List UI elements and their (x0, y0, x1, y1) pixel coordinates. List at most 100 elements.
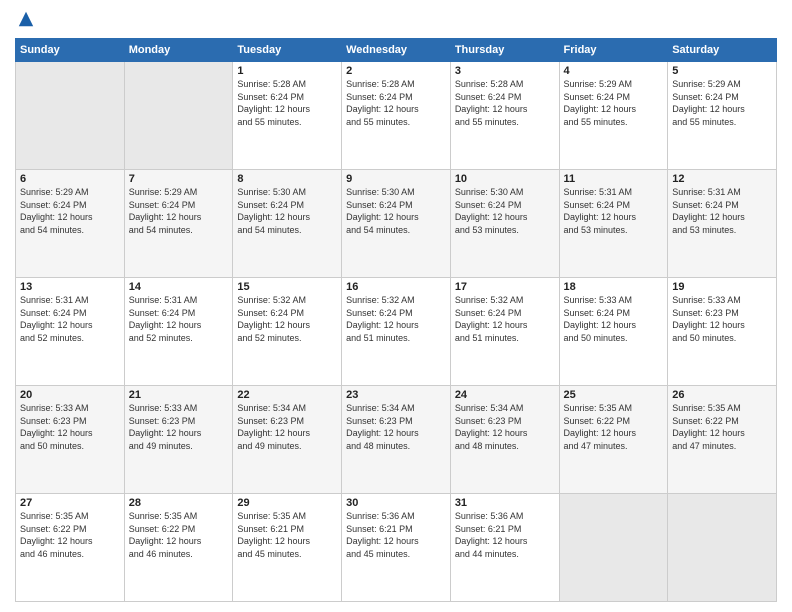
calendar-cell: 1Sunrise: 5:28 AM Sunset: 6:24 PM Daylig… (233, 62, 342, 170)
day-info: Sunrise: 5:31 AM Sunset: 6:24 PM Dayligh… (20, 294, 120, 344)
day-info: Sunrise: 5:33 AM Sunset: 6:24 PM Dayligh… (564, 294, 664, 344)
calendar-cell: 11Sunrise: 5:31 AM Sunset: 6:24 PM Dayli… (559, 170, 668, 278)
calendar-cell: 4Sunrise: 5:29 AM Sunset: 6:24 PM Daylig… (559, 62, 668, 170)
day-number: 1 (237, 65, 337, 77)
day-info: Sunrise: 5:35 AM Sunset: 6:21 PM Dayligh… (237, 510, 337, 560)
calendar-cell (124, 62, 233, 170)
calendar-cell: 13Sunrise: 5:31 AM Sunset: 6:24 PM Dayli… (16, 278, 125, 386)
weekday-header-row: SundayMondayTuesdayWednesdayThursdayFrid… (16, 39, 777, 62)
calendar-cell: 10Sunrise: 5:30 AM Sunset: 6:24 PM Dayli… (450, 170, 559, 278)
day-info: Sunrise: 5:31 AM Sunset: 6:24 PM Dayligh… (129, 294, 229, 344)
calendar-cell: 3Sunrise: 5:28 AM Sunset: 6:24 PM Daylig… (450, 62, 559, 170)
calendar-cell: 17Sunrise: 5:32 AM Sunset: 6:24 PM Dayli… (450, 278, 559, 386)
day-number: 28 (129, 497, 229, 509)
day-number: 15 (237, 281, 337, 293)
weekday-thursday: Thursday (450, 39, 559, 62)
day-number: 18 (564, 281, 664, 293)
day-number: 20 (20, 389, 120, 401)
weekday-wednesday: Wednesday (342, 39, 451, 62)
day-info: Sunrise: 5:32 AM Sunset: 6:24 PM Dayligh… (455, 294, 555, 344)
day-number: 24 (455, 389, 555, 401)
calendar-cell: 20Sunrise: 5:33 AM Sunset: 6:23 PM Dayli… (16, 386, 125, 494)
calendar-cell: 16Sunrise: 5:32 AM Sunset: 6:24 PM Dayli… (342, 278, 451, 386)
day-number: 19 (672, 281, 772, 293)
day-info: Sunrise: 5:32 AM Sunset: 6:24 PM Dayligh… (237, 294, 337, 344)
day-info: Sunrise: 5:33 AM Sunset: 6:23 PM Dayligh… (672, 294, 772, 344)
day-info: Sunrise: 5:29 AM Sunset: 6:24 PM Dayligh… (672, 78, 772, 128)
day-info: Sunrise: 5:33 AM Sunset: 6:23 PM Dayligh… (20, 402, 120, 452)
day-number: 3 (455, 65, 555, 77)
calendar-week-5: 27Sunrise: 5:35 AM Sunset: 6:22 PM Dayli… (16, 494, 777, 602)
calendar-body: 1Sunrise: 5:28 AM Sunset: 6:24 PM Daylig… (16, 62, 777, 602)
calendar-cell: 25Sunrise: 5:35 AM Sunset: 6:22 PM Dayli… (559, 386, 668, 494)
day-info: Sunrise: 5:35 AM Sunset: 6:22 PM Dayligh… (672, 402, 772, 452)
calendar-cell: 24Sunrise: 5:34 AM Sunset: 6:23 PM Dayli… (450, 386, 559, 494)
day-info: Sunrise: 5:33 AM Sunset: 6:23 PM Dayligh… (129, 402, 229, 452)
weekday-sunday: Sunday (16, 39, 125, 62)
calendar-cell: 6Sunrise: 5:29 AM Sunset: 6:24 PM Daylig… (16, 170, 125, 278)
calendar-header: SundayMondayTuesdayWednesdayThursdayFrid… (16, 39, 777, 62)
weekday-monday: Monday (124, 39, 233, 62)
day-info: Sunrise: 5:31 AM Sunset: 6:24 PM Dayligh… (672, 186, 772, 236)
day-info: Sunrise: 5:29 AM Sunset: 6:24 PM Dayligh… (129, 186, 229, 236)
day-info: Sunrise: 5:30 AM Sunset: 6:24 PM Dayligh… (455, 186, 555, 236)
calendar-table: SundayMondayTuesdayWednesdayThursdayFrid… (15, 38, 777, 602)
calendar-week-4: 20Sunrise: 5:33 AM Sunset: 6:23 PM Dayli… (16, 386, 777, 494)
calendar-cell: 14Sunrise: 5:31 AM Sunset: 6:24 PM Dayli… (124, 278, 233, 386)
header (15, 10, 777, 30)
calendar-cell: 22Sunrise: 5:34 AM Sunset: 6:23 PM Dayli… (233, 386, 342, 494)
day-number: 8 (237, 173, 337, 185)
calendar-week-3: 13Sunrise: 5:31 AM Sunset: 6:24 PM Dayli… (16, 278, 777, 386)
day-number: 31 (455, 497, 555, 509)
day-number: 22 (237, 389, 337, 401)
day-number: 11 (564, 173, 664, 185)
calendar-cell: 7Sunrise: 5:29 AM Sunset: 6:24 PM Daylig… (124, 170, 233, 278)
day-info: Sunrise: 5:36 AM Sunset: 6:21 PM Dayligh… (455, 510, 555, 560)
calendar-cell: 23Sunrise: 5:34 AM Sunset: 6:23 PM Dayli… (342, 386, 451, 494)
day-number: 9 (346, 173, 446, 185)
day-number: 13 (20, 281, 120, 293)
day-number: 7 (129, 173, 229, 185)
day-info: Sunrise: 5:36 AM Sunset: 6:21 PM Dayligh… (346, 510, 446, 560)
day-number: 21 (129, 389, 229, 401)
calendar-cell: 29Sunrise: 5:35 AM Sunset: 6:21 PM Dayli… (233, 494, 342, 602)
day-number: 6 (20, 173, 120, 185)
day-number: 29 (237, 497, 337, 509)
calendar-cell (559, 494, 668, 602)
calendar-cell: 5Sunrise: 5:29 AM Sunset: 6:24 PM Daylig… (668, 62, 777, 170)
calendar-cell: 21Sunrise: 5:33 AM Sunset: 6:23 PM Dayli… (124, 386, 233, 494)
day-info: Sunrise: 5:32 AM Sunset: 6:24 PM Dayligh… (346, 294, 446, 344)
calendar-cell: 18Sunrise: 5:33 AM Sunset: 6:24 PM Dayli… (559, 278, 668, 386)
weekday-friday: Friday (559, 39, 668, 62)
day-number: 14 (129, 281, 229, 293)
day-info: Sunrise: 5:35 AM Sunset: 6:22 PM Dayligh… (564, 402, 664, 452)
day-info: Sunrise: 5:28 AM Sunset: 6:24 PM Dayligh… (237, 78, 337, 128)
day-info: Sunrise: 5:34 AM Sunset: 6:23 PM Dayligh… (237, 402, 337, 452)
day-info: Sunrise: 5:34 AM Sunset: 6:23 PM Dayligh… (346, 402, 446, 452)
day-info: Sunrise: 5:34 AM Sunset: 6:23 PM Dayligh… (455, 402, 555, 452)
calendar-cell: 26Sunrise: 5:35 AM Sunset: 6:22 PM Dayli… (668, 386, 777, 494)
calendar-cell (16, 62, 125, 170)
day-number: 12 (672, 173, 772, 185)
day-info: Sunrise: 5:30 AM Sunset: 6:24 PM Dayligh… (346, 186, 446, 236)
day-number: 25 (564, 389, 664, 401)
day-number: 2 (346, 65, 446, 77)
day-number: 10 (455, 173, 555, 185)
calendar-week-2: 6 Sunrise: 5:29 AM Sunset: 6:24 PM Daylig… (16, 170, 777, 278)
calendar-cell: 2Sunrise: 5:28 AM Sunset: 6:24 PM Daylig… (342, 62, 451, 170)
logo-icon (17, 10, 35, 28)
day-number: 27 (20, 497, 120, 509)
calendar-cell: 9Sunrise: 5:30 AM Sunset: 6:24 PM Daylig… (342, 170, 451, 278)
calendar-cell: 8Sunrise: 5:30 AM Sunset: 6:24 PM Daylig… (233, 170, 342, 278)
day-number: 17 (455, 281, 555, 293)
day-info: Sunrise: 5:35 AM Sunset: 6:22 PM Dayligh… (20, 510, 120, 560)
weekday-tuesday: Tuesday (233, 39, 342, 62)
calendar-week-1: 1Sunrise: 5:28 AM Sunset: 6:24 PM Daylig… (16, 62, 777, 170)
page: SundayMondayTuesdayWednesdayThursdayFrid… (0, 0, 792, 612)
weekday-saturday: Saturday (668, 39, 777, 62)
day-info: Sunrise: 5:29 AM Sunset: 6:24 PM Dayligh… (564, 78, 664, 128)
calendar-cell: 12Sunrise: 5:31 AM Sunset: 6:24 PM Dayli… (668, 170, 777, 278)
calendar-cell: 30Sunrise: 5:36 AM Sunset: 6:21 PM Dayli… (342, 494, 451, 602)
calendar-cell: 15Sunrise: 5:32 AM Sunset: 6:24 PM Dayli… (233, 278, 342, 386)
logo (15, 10, 35, 30)
